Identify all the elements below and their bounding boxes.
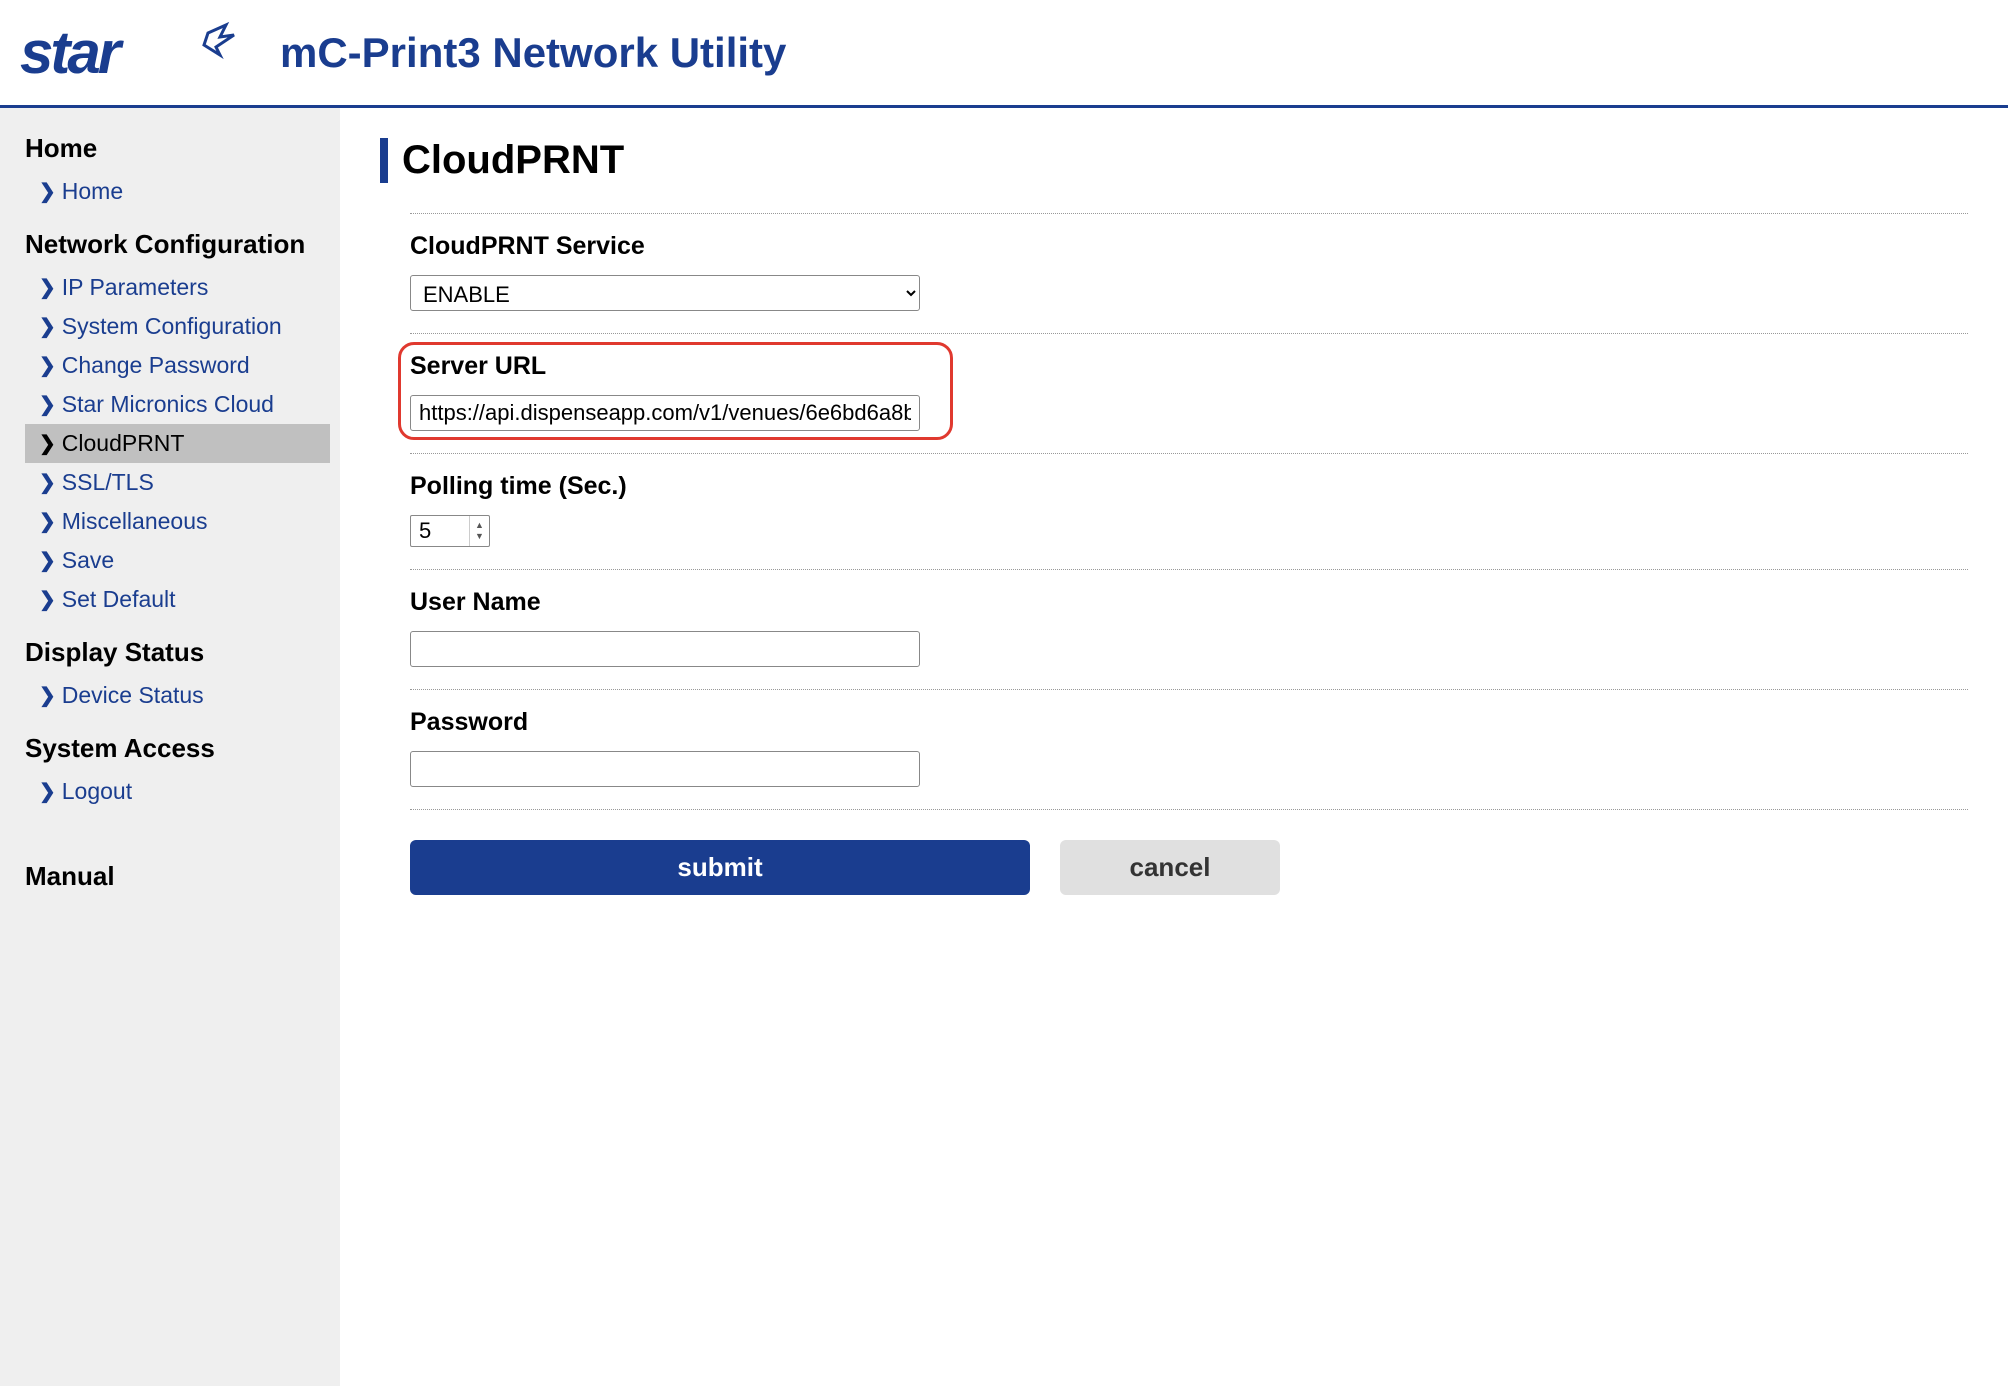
nav-item-label: SSL/TLS <box>62 469 154 496</box>
nav-item-label: System Configuration <box>62 313 282 340</box>
spinner-down-icon[interactable]: ▼ <box>473 531 486 542</box>
nav-miscellaneous[interactable]: ❯ Miscellaneous <box>25 502 330 541</box>
field-cloudprnt-service: CloudPRNT Service ENABLE <box>410 213 1968 334</box>
spinner-up-icon[interactable]: ▲ <box>473 520 486 531</box>
nav-set-default[interactable]: ❯ Set Default <box>25 580 330 619</box>
nav-cloudprnt[interactable]: ❯ CloudPRNT <box>25 424 330 463</box>
nav-item-label: IP Parameters <box>62 274 209 301</box>
app-header: star mC-Print3 Network Utility <box>0 0 2008 108</box>
nav-item-label: Set Default <box>62 586 176 613</box>
page-title: CloudPRNT <box>402 138 624 183</box>
field-server-url: Server URL <box>410 334 1968 454</box>
nav-system-configuration[interactable]: ❯ System Configuration <box>25 307 330 346</box>
chevron-right-icon: ❯ <box>39 779 56 804</box>
nav-item-label: Device Status <box>62 682 204 709</box>
label-cloudprnt-service: CloudPRNT Service <box>410 232 1968 261</box>
nav-device-status[interactable]: ❯ Device Status <box>25 676 330 715</box>
chevron-right-icon: ❯ <box>39 683 56 708</box>
star-logo: star <box>20 15 240 90</box>
app-title: mC-Print3 Network Utility <box>280 29 786 77</box>
input-username[interactable] <box>410 631 920 667</box>
input-password[interactable] <box>410 751 920 787</box>
nav-section-display: Display Status <box>25 637 330 668</box>
nav-item-label: Home <box>62 178 123 205</box>
nav-section-system: System Access <box>25 733 330 764</box>
nav-section-network: Network Configuration <box>25 229 330 260</box>
nav-ssl-tls[interactable]: ❯ SSL/TLS <box>25 463 330 502</box>
field-polling-time: Polling time (Sec.) 5 ▲ ▼ <box>410 454 1968 570</box>
chevron-right-icon: ❯ <box>39 548 56 573</box>
field-password: Password <box>410 690 1968 810</box>
svg-text:star: star <box>20 19 125 86</box>
chevron-right-icon: ❯ <box>39 431 56 456</box>
nav-item-label: CloudPRNT <box>62 430 185 457</box>
input-polling-time[interactable]: 5 ▲ ▼ <box>410 515 490 547</box>
nav-home[interactable]: ❯ Home <box>25 172 330 211</box>
nav-item-label: Miscellaneous <box>62 508 208 535</box>
chevron-right-icon: ❯ <box>39 179 56 204</box>
nav-logout[interactable]: ❯ Logout <box>25 772 330 811</box>
chevron-right-icon: ❯ <box>39 392 56 417</box>
label-username: User Name <box>410 588 1968 617</box>
chevron-right-icon: ❯ <box>39 275 56 300</box>
label-password: Password <box>410 708 1968 737</box>
chevron-right-icon: ❯ <box>39 314 56 339</box>
field-username: User Name <box>410 570 1968 690</box>
nav-section-manual: Manual <box>25 861 330 892</box>
nav-save[interactable]: ❯ Save <box>25 541 330 580</box>
label-server-url: Server URL <box>410 352 1968 381</box>
label-polling-time: Polling time (Sec.) <box>410 472 1968 501</box>
submit-button[interactable]: submit <box>410 840 1030 895</box>
chevron-right-icon: ❯ <box>39 587 56 612</box>
nav-section-home: Home <box>25 133 330 164</box>
nav-item-label: Change Password <box>62 352 250 379</box>
chevron-right-icon: ❯ <box>39 470 56 495</box>
polling-time-value: 5 <box>419 518 431 544</box>
nav-item-label: Logout <box>62 778 132 805</box>
cancel-button[interactable]: cancel <box>1060 840 1280 895</box>
main-content: CloudPRNT CloudPRNT Service ENABLE Serve… <box>340 108 2008 1386</box>
chevron-right-icon: ❯ <box>39 509 56 534</box>
select-cloudprnt-service[interactable]: ENABLE <box>410 275 920 311</box>
nav-change-password[interactable]: ❯ Change Password <box>25 346 330 385</box>
input-server-url[interactable] <box>410 395 920 431</box>
nav-ip-parameters[interactable]: ❯ IP Parameters <box>25 268 330 307</box>
chevron-right-icon: ❯ <box>39 353 56 378</box>
nav-star-micronics-cloud[interactable]: ❯ Star Micronics Cloud <box>25 385 330 424</box>
nav-item-label: Star Micronics Cloud <box>62 391 274 418</box>
nav-item-label: Save <box>62 547 114 574</box>
sidebar: Home ❯ Home Network Configuration ❯ IP P… <box>0 108 340 1386</box>
